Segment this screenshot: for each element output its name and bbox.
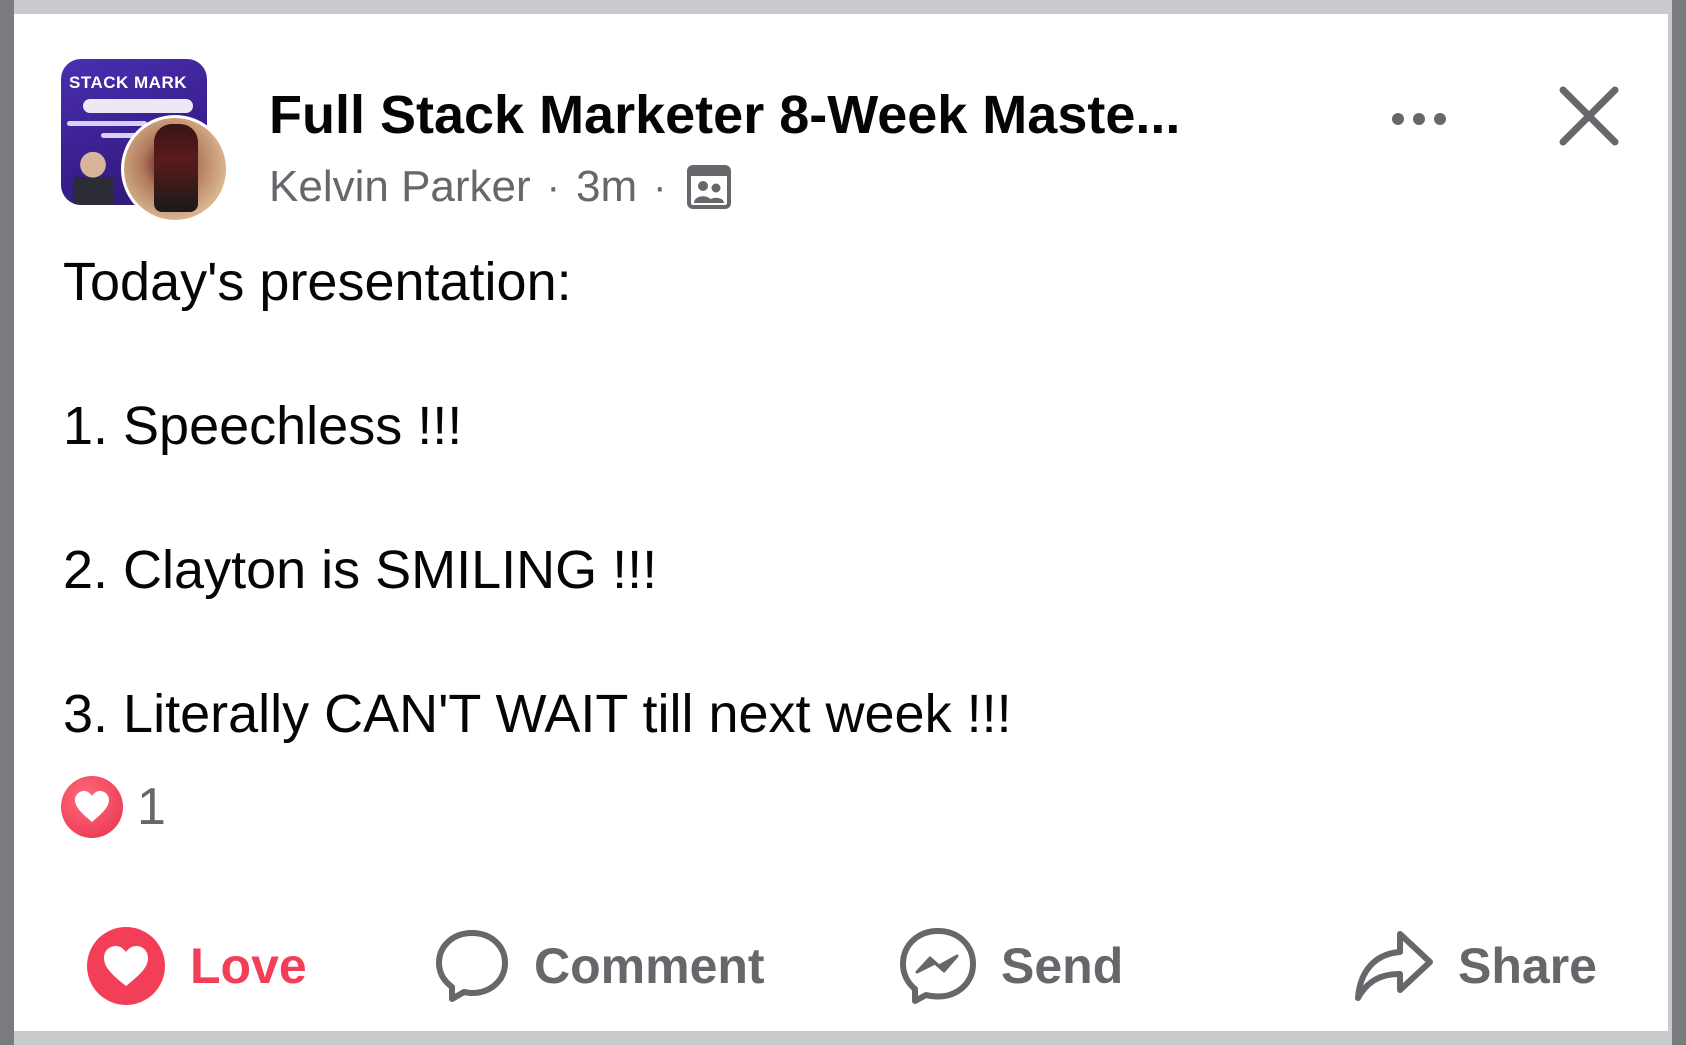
post-body-line: 2. Clayton is SMILING !!!: [63, 540, 658, 600]
more-dot: [1392, 113, 1404, 125]
post-meta: Kelvin Parker · 3m ·: [269, 162, 732, 212]
post-avatar[interactable]: STACK MARK: [61, 59, 229, 223]
send-button[interactable]: Send: [899, 926, 1123, 1006]
more-options-button[interactable]: [1374, 94, 1464, 144]
close-button[interactable]: [1549, 76, 1629, 156]
send-button-label: Send: [1001, 938, 1124, 994]
post-body: Today's presentation: 1. Speechless !!! …: [63, 246, 1012, 822]
more-dot: [1413, 113, 1425, 125]
heart-icon: [86, 926, 166, 1006]
meta-separator: ·: [653, 164, 667, 209]
author-avatar-figure: [154, 124, 198, 212]
post-body-line: 1. Speechless !!!: [63, 396, 463, 456]
group-thumbnail-line: [67, 121, 147, 126]
reactions-summary[interactable]: 1: [61, 776, 166, 838]
group-thumbnail-banner: [83, 99, 193, 113]
group-thumbnail-text: STACK MARK: [69, 73, 188, 92]
group-thumbnail-person: [73, 149, 113, 205]
more-dot: [1434, 113, 1446, 125]
author-avatar[interactable]: [121, 115, 229, 223]
comment-icon: [434, 928, 510, 1004]
comment-button-label: Comment: [534, 938, 765, 994]
post-card: STACK MARK Full Stack Marketer 8-Week Ma…: [14, 14, 1668, 1031]
post-body-line: Today's presentation:: [63, 252, 572, 312]
messenger-icon: [899, 927, 977, 1005]
group-members-icon: [686, 164, 732, 210]
love-button[interactable]: Love: [86, 926, 307, 1006]
author-name-link[interactable]: Kelvin Parker: [269, 162, 531, 212]
group-name-link[interactable]: Full Stack Marketer 8-Week Maste...: [269, 84, 1180, 146]
share-button-label: Share: [1458, 938, 1597, 994]
love-button-label: Love: [190, 938, 307, 994]
close-icon: [1559, 86, 1619, 146]
comment-button[interactable]: Comment: [434, 926, 765, 1006]
post-timestamp[interactable]: 3m: [576, 162, 637, 212]
meta-separator: ·: [546, 164, 560, 209]
window-frame-right: [1672, 0, 1686, 1045]
share-button[interactable]: Share: [1354, 926, 1597, 1006]
share-arrow-icon: [1354, 928, 1434, 1004]
love-reaction-icon: [61, 776, 123, 838]
reaction-count: 1: [137, 778, 166, 836]
post-actions-bar: Love Comment Send Share: [14, 914, 1668, 1024]
window-frame-left: [0, 0, 14, 1045]
post-body-line: 3. Literally CAN'T WAIT till next week !…: [63, 684, 1012, 744]
